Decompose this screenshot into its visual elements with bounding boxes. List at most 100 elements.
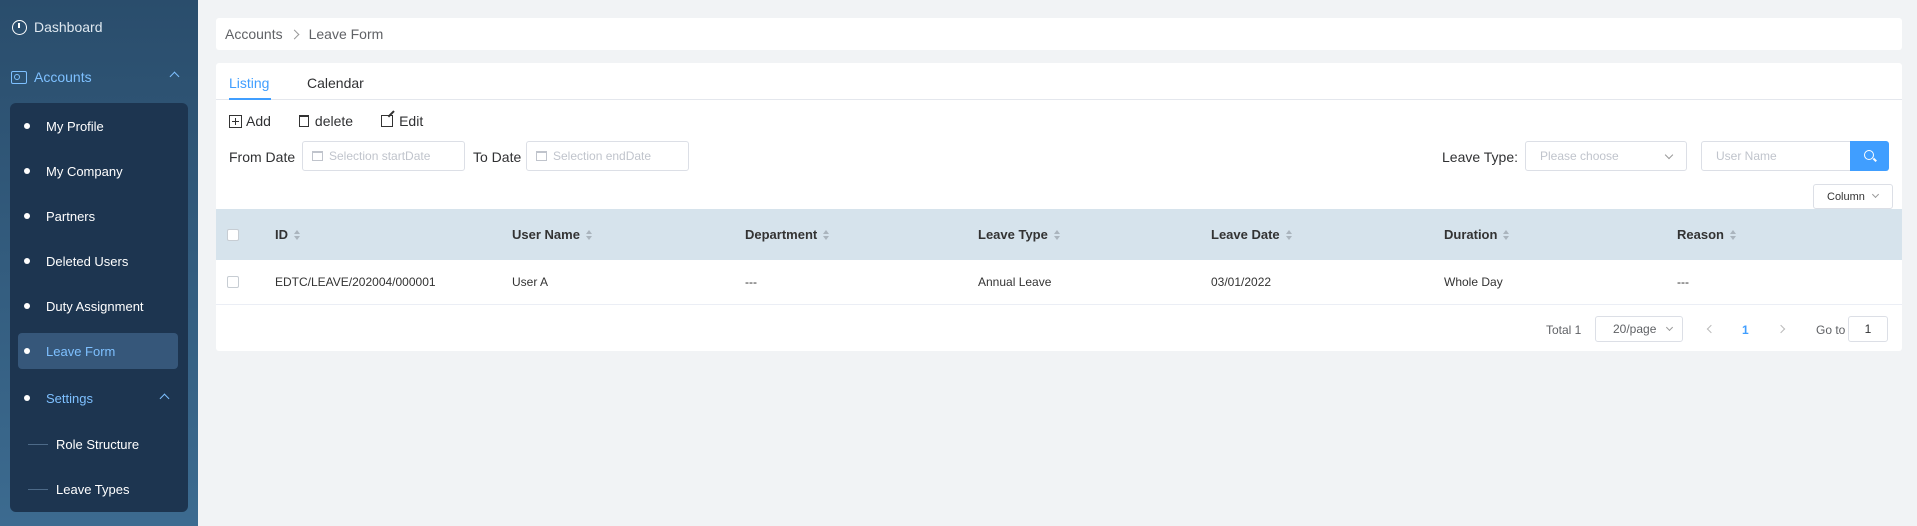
cell-leave-type: Annual Leave <box>978 275 1052 289</box>
to-date-placeholder: Selection endDate <box>553 149 652 163</box>
search-icon <box>1864 150 1874 160</box>
tabs: Listing Calendar <box>216 63 1902 100</box>
page-number-current[interactable]: 1 <box>1742 323 1749 337</box>
calendar-icon <box>536 151 547 161</box>
pagination: Total 1 20/page 1 Go to 1 <box>216 316 1902 342</box>
sidebar-item-label: Role Structure <box>56 436 140 452</box>
edit-button[interactable]: Edit <box>381 113 423 129</box>
accounts-icon <box>11 70 27 84</box>
column-header-department[interactable]: Department <box>745 227 830 242</box>
sort-icon[interactable] <box>1503 229 1510 240</box>
tab-listing[interactable]: Listing <box>229 75 269 91</box>
edit-button-label: Edit <box>399 113 424 129</box>
bullet-icon <box>24 258 30 264</box>
dashboard-icon <box>12 19 27 35</box>
tab-calendar[interactable]: Calendar <box>307 75 364 91</box>
sidebar-item-deleted-users[interactable]: Deleted Users <box>10 243 188 279</box>
sort-icon[interactable] <box>823 229 830 240</box>
user-name-input[interactable]: User Name <box>1701 141 1851 171</box>
add-button-label: Add <box>246 113 271 129</box>
from-date-input[interactable]: Selection startDate <box>302 141 465 171</box>
cell-id: EDTC/LEAVE/202004/000001 <box>275 275 436 289</box>
add-button[interactable]: Add <box>229 113 271 129</box>
sidebar-item-label: My Company <box>46 163 123 179</box>
sidebar-item-my-profile[interactable]: My Profile <box>10 108 188 144</box>
delete-button[interactable]: delete <box>298 113 354 129</box>
bullet-icon <box>24 123 30 129</box>
column-header-id[interactable]: ID <box>275 227 301 242</box>
table-row[interactable]: EDTC/LEAVE/202004/000001 User A --- Annu… <box>216 260 1902 305</box>
sidebar-dashboard-label: Dashboard <box>34 19 103 35</box>
column-header-reason[interactable]: Reason <box>1677 227 1737 242</box>
sort-icon[interactable] <box>1729 229 1737 240</box>
filter-bar: From Date Selection startDate To Date Se… <box>229 141 1895 171</box>
sort-icon[interactable] <box>1285 229 1293 240</box>
sidebar-item-dashboard[interactable]: Dashboard <box>0 0 198 54</box>
chevron-up-icon <box>159 393 170 404</box>
column-button[interactable]: Column <box>1813 184 1893 209</box>
sidebar-item-role-structure[interactable]: Role Structure <box>10 426 188 462</box>
select-all-checkbox[interactable] <box>227 229 239 241</box>
sidebar-item-duty-assignment[interactable]: Duty Assignment <box>10 288 188 324</box>
tree-connector <box>28 489 48 490</box>
column-header-user-name[interactable]: User Name <box>512 227 593 242</box>
goto-page-value: 1 <box>1864 322 1872 336</box>
sidebar-item-my-company[interactable]: My Company <box>10 153 188 189</box>
sidebar-item-accounts[interactable]: Accounts <box>0 54 198 100</box>
chevron-down-icon <box>1664 150 1674 160</box>
breadcrumb-root[interactable]: Accounts <box>225 26 283 42</box>
leave-type-select[interactable]: Please choose <box>1525 141 1687 171</box>
next-page-icon[interactable] <box>1776 324 1786 334</box>
prev-page-icon[interactable] <box>1706 324 1716 334</box>
header-label: Leave Type <box>978 227 1048 242</box>
cell-reason: --- <box>1677 275 1689 289</box>
column-button-label: Column <box>1827 190 1865 203</box>
toolbar: Add delete Edit <box>229 113 451 129</box>
goto-label: Go to <box>1816 323 1846 337</box>
delete-button-label: delete <box>314 113 354 129</box>
goto-page-input[interactable]: 1 <box>1848 316 1888 342</box>
chevron-down-icon <box>1871 190 1880 199</box>
sidebar-item-leave-form[interactable]: Leave Form <box>18 333 178 369</box>
page-size-select[interactable]: 20/page <box>1595 316 1683 342</box>
bullet-icon <box>24 168 30 174</box>
from-date-placeholder: Selection startDate <box>329 149 431 163</box>
sort-icon[interactable] <box>585 229 593 240</box>
column-header-duration[interactable]: Duration <box>1444 227 1510 242</box>
tree-connector <box>28 444 48 445</box>
sidebar-item-leave-types[interactable]: Leave Types <box>10 471 188 507</box>
sidebar-item-partners[interactable]: Partners <box>10 198 188 234</box>
search-button[interactable] <box>1850 141 1889 171</box>
sidebar-settings-label: Settings <box>46 390 93 406</box>
page-size-value: 20/page <box>1613 322 1657 336</box>
sidebar-item-label: Duty Assignment <box>46 298 144 314</box>
header-label: Reason <box>1677 227 1724 242</box>
to-date-input[interactable]: Selection endDate <box>526 141 689 171</box>
main-panel: Listing Calendar Add delete Edit From Da… <box>216 63 1902 351</box>
header-label: Leave Date <box>1211 227 1280 242</box>
row-checkbox[interactable] <box>227 276 239 288</box>
cell-leave-date: 03/01/2022 <box>1211 275 1272 289</box>
sort-icon[interactable] <box>294 229 301 240</box>
to-date-label: To Date <box>473 149 522 165</box>
bullet-icon <box>24 395 30 401</box>
from-date-label: From Date <box>229 149 296 165</box>
header-label: ID <box>275 227 288 242</box>
breadcrumb-current: Leave Form <box>308 26 384 42</box>
sidebar-item-label: My Profile <box>46 118 104 134</box>
active-tab-indicator <box>229 98 271 100</box>
pagination-total: Total 1 <box>1546 323 1582 337</box>
trash-icon <box>298 115 309 127</box>
header-label: Department <box>745 227 818 242</box>
column-header-leave-type[interactable]: Leave Type <box>978 227 1061 242</box>
column-header-leave-date[interactable]: Leave Date <box>1211 227 1293 242</box>
sort-icon[interactable] <box>1053 229 1061 240</box>
chevron-up-icon <box>169 71 180 82</box>
plus-icon <box>229 114 242 128</box>
sidebar-item-label: Leave Types <box>56 481 130 497</box>
sidebar-item-settings[interactable]: Settings <box>10 380 188 416</box>
header-label: User Name <box>512 227 580 242</box>
chevron-right-icon <box>289 29 300 39</box>
sidebar-item-label: Deleted Users <box>46 253 129 269</box>
edit-icon <box>381 115 394 127</box>
